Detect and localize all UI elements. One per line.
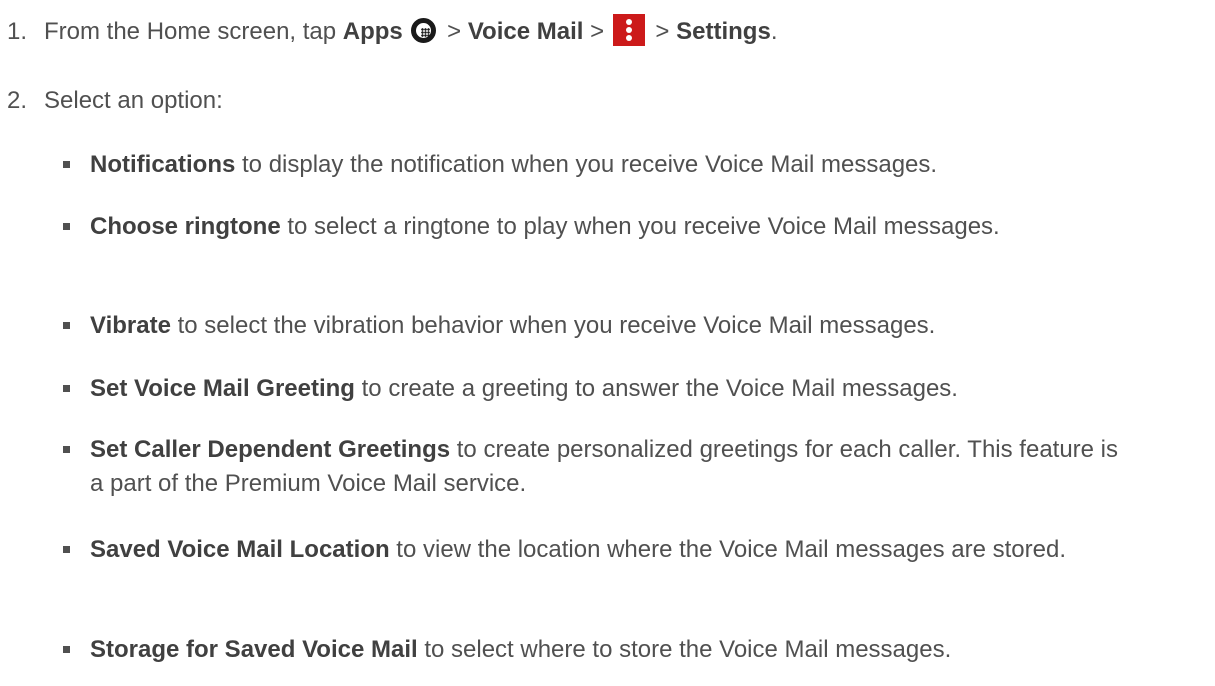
option-term: Choose ringtone [90,213,281,240]
apps-grid-icon [411,18,437,43]
option-item: Set Caller Dependent Greetings to create… [63,433,1130,501]
separator: > [648,18,677,45]
option-item: Choose ringtone to select a ringtone to … [63,210,1090,244]
step-number: 1. [7,18,28,45]
option-item: Storage for Saved Voice Mail to select w… [63,633,1210,667]
bullet-icon [63,322,70,329]
option-term: Saved Voice Mail Location [90,536,390,563]
option-term: Storage for Saved Voice Mail [90,636,418,663]
option-term: Vibrate [90,312,171,339]
option-desc: to select where to store the Voice Mail … [417,636,952,663]
settings-term: Settings [676,18,771,45]
menu-dots-icon [612,14,645,46]
option-term: Notifications [90,151,236,178]
option-term: Set Caller Dependent Greetings [90,436,451,463]
option-desc: to view the location where the Voice Mai… [389,536,1066,563]
bullet-icon [63,646,70,653]
step-number: 2. [7,87,28,114]
option-item: Notifications to display the notificatio… [63,148,1190,182]
period: . [770,18,778,45]
option-desc: to select a ringtone to play when you re… [280,213,1000,240]
option-item: Set Voice Mail Greeting to create a gree… [63,372,1190,406]
bullet-icon [63,446,70,453]
step-2: 2. Select an option: [7,84,223,118]
apps-term: Apps [342,18,403,45]
bullet-icon [63,161,70,168]
option-desc: to display the notification when you rec… [235,151,938,178]
option-desc: to create a greeting to answer the Voice… [354,375,958,402]
option-item: Vibrate to select the vibration behavior… [63,309,1190,343]
separator: > [440,18,468,45]
step-text: From the Home screen, tap [44,18,343,45]
step-1: 1. From the Home screen, tap Apps > Voice… [7,14,777,49]
option-desc: to select the vibration behavior when yo… [170,312,936,339]
bullet-icon [63,385,70,392]
step-text: Select an option: [44,87,223,114]
bullet-icon [63,546,70,553]
voice-mail-term: Voice Mail [467,18,584,45]
option-term: Set Voice Mail Greeting [90,375,355,402]
separator: > [583,18,611,45]
option-item: Saved Voice Mail Location to view the lo… [63,533,1210,567]
bullet-icon [63,223,70,230]
